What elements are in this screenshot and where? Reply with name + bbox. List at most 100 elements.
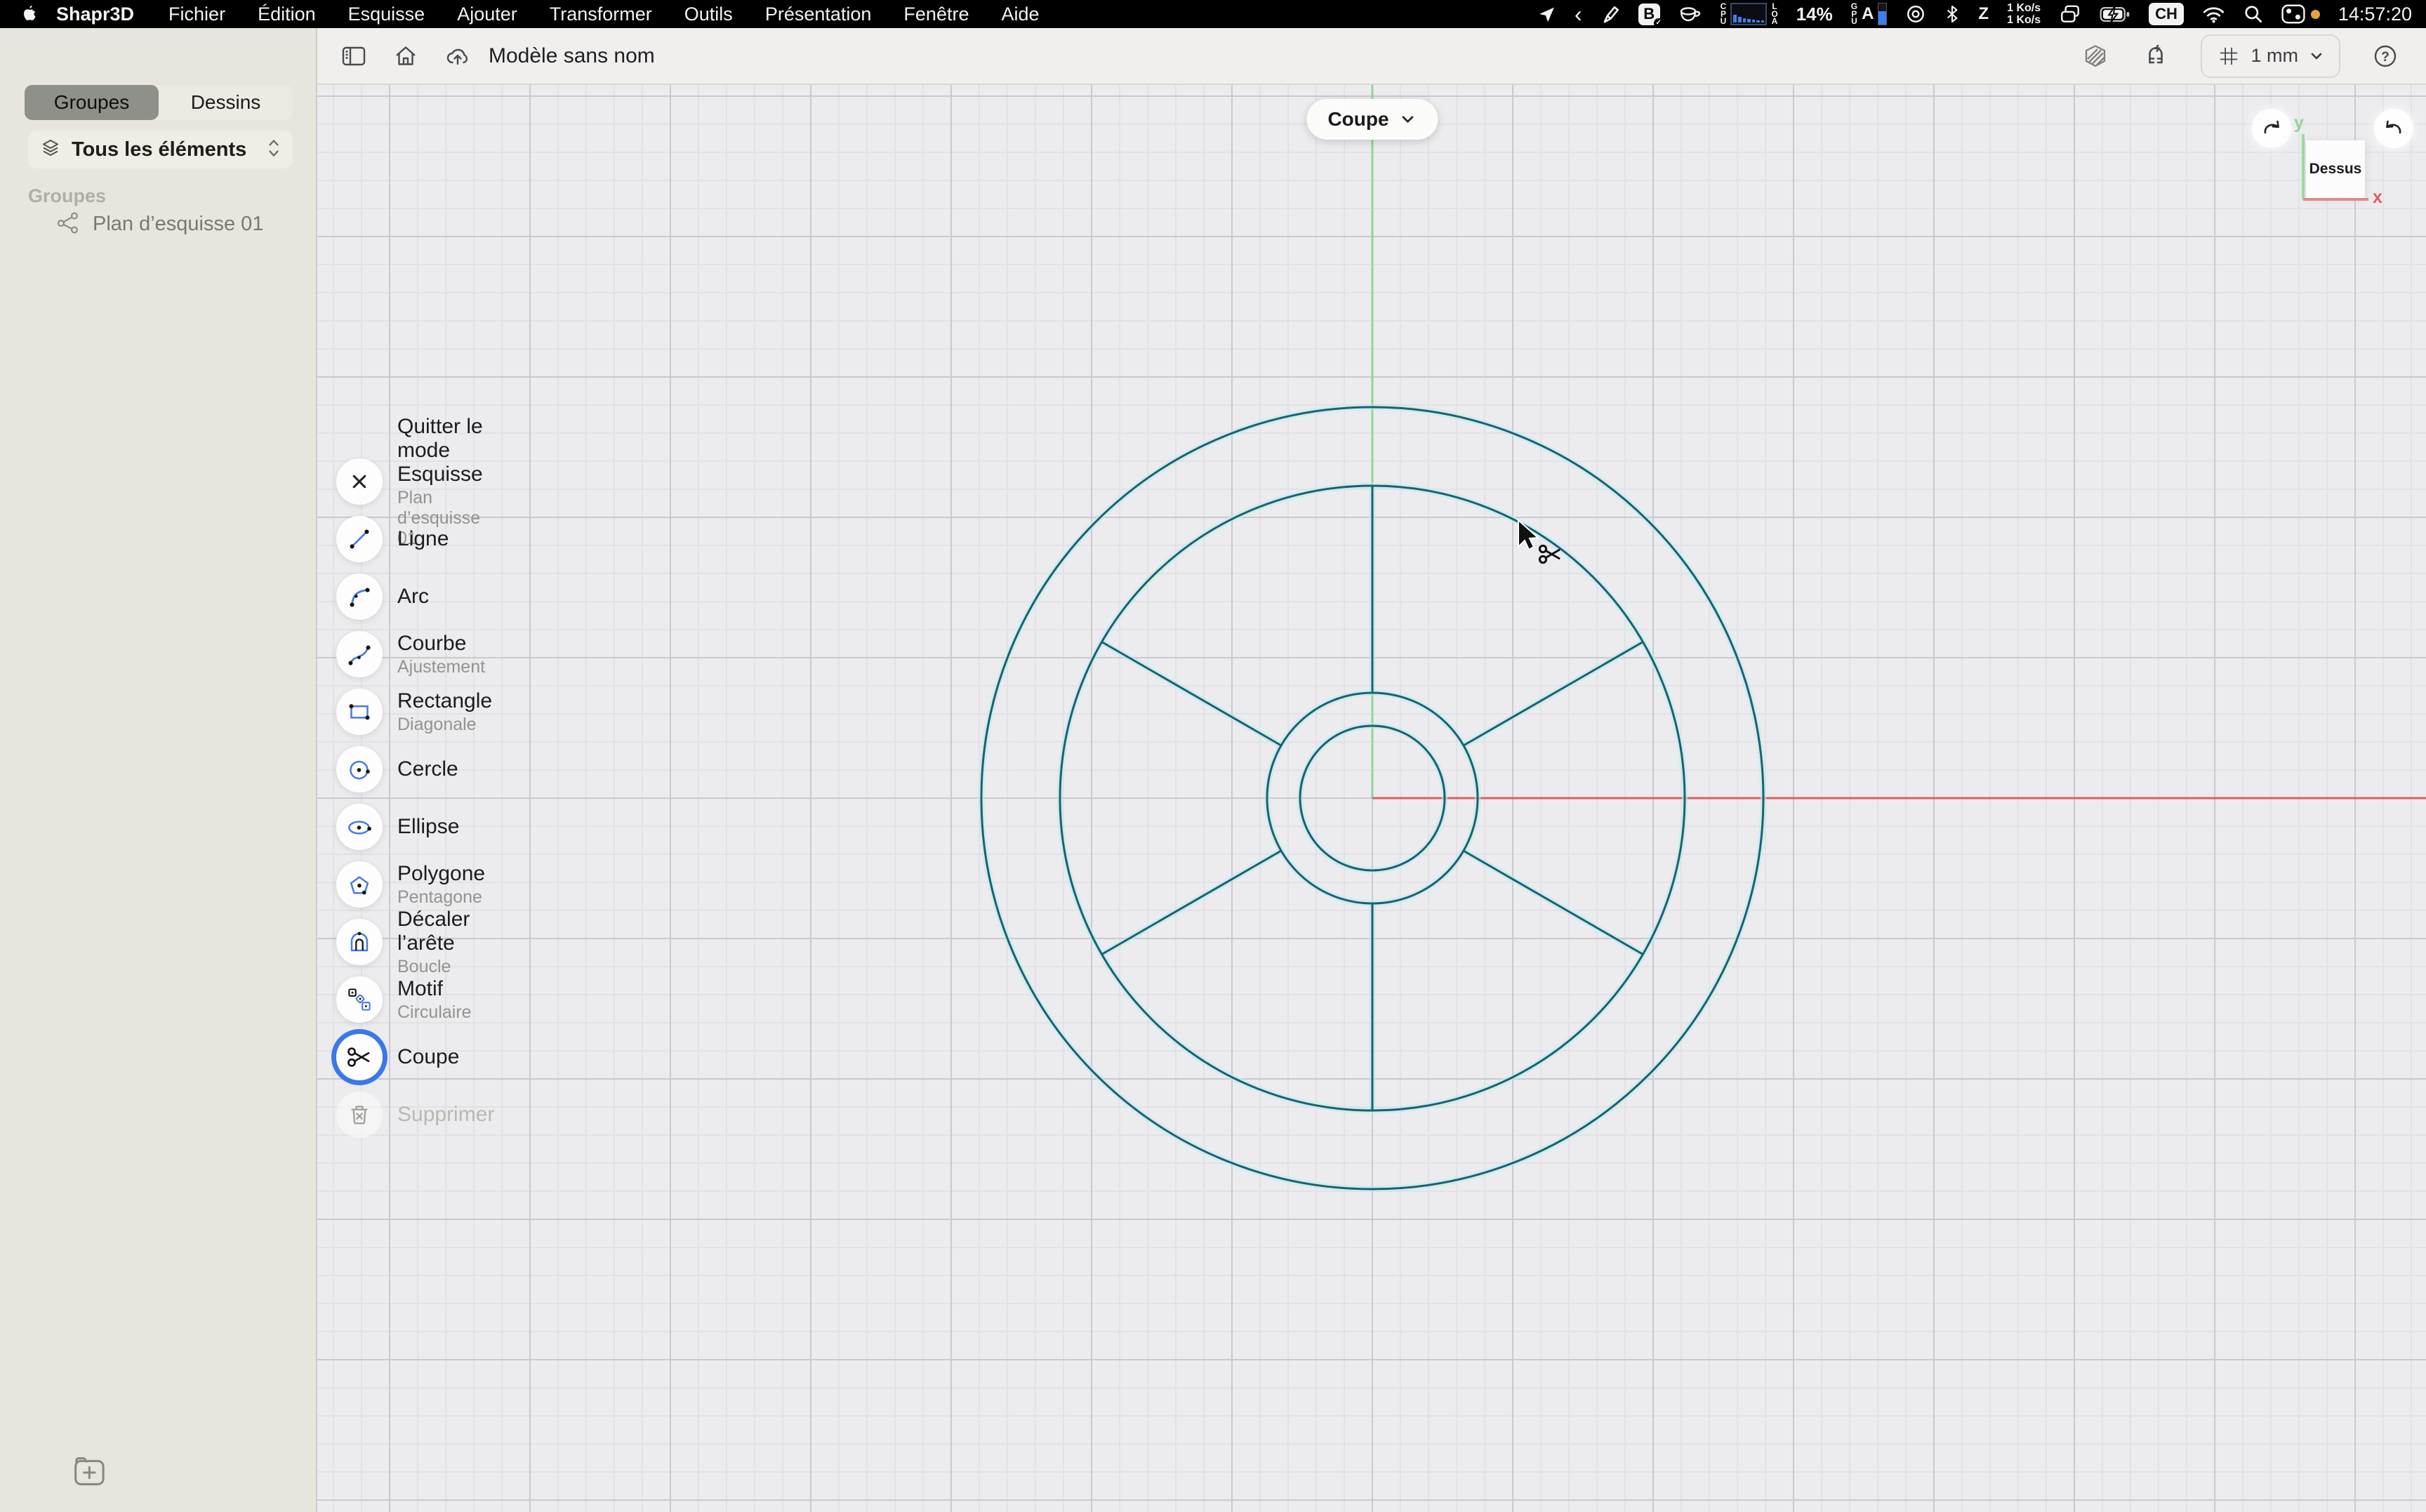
sketch-spoke[interactable] <box>1102 642 1281 746</box>
document-title[interactable]: Modèle sans nom <box>489 44 655 68</box>
viewcube-face-label: Dessus <box>2309 161 2362 178</box>
screen-mirroring-icon[interactable] <box>1905 4 1926 25</box>
tool-rectangle[interactable]: RectangleDiagonale <box>336 687 492 736</box>
spotlight-search-icon[interactable] <box>2243 4 2263 24</box>
polygon-icon[interactable] <box>336 861 383 908</box>
tool-circle[interactable]: Cercle <box>336 745 458 794</box>
windows-stack-icon[interactable] <box>2059 4 2081 25</box>
b-badge-check-icon: ✓ <box>1654 18 1664 28</box>
cloud-sync-button[interactable] <box>442 41 473 72</box>
menu-item-outils[interactable]: Outils <box>668 4 749 25</box>
tool-ellipse[interactable]: Ellipse <box>336 802 459 851</box>
viewcube-x-axis <box>2303 198 2368 201</box>
tab-dessins[interactable]: Dessins <box>159 85 293 120</box>
sketch-spoke[interactable] <box>1464 642 1643 746</box>
menu-item-fenetre[interactable]: Fenêtre <box>887 4 985 25</box>
battery-icon[interactable] <box>2100 6 2130 23</box>
viewcube-y-label: y <box>2294 113 2304 133</box>
curve-icon[interactable] <box>336 631 383 677</box>
menu-item-ajouter[interactable]: Ajouter <box>441 4 533 25</box>
tool-pattern[interactable]: MotifCirculaire <box>336 975 472 1024</box>
location-icon[interactable] <box>1537 5 1556 24</box>
tool-label: Supprimer <box>397 1103 494 1127</box>
viewcube-x-label: x <box>2373 187 2382 208</box>
net-down: 1 Ko/s <box>2007 14 2041 26</box>
sketch-canvas[interactable]: Coupe y Dessus x Quitter le mode Esquiss… <box>317 85 2426 1512</box>
line-icon[interactable] <box>336 516 383 562</box>
mouse-cursor-scissors <box>1514 519 1573 581</box>
status-dot <box>2311 10 2320 19</box>
tool-sublabel: Diagonale <box>397 715 492 735</box>
arc-icon[interactable] <box>336 573 383 620</box>
tool-offset-edge[interactable]: Décaler l’arêteBoucle <box>336 917 470 967</box>
sketch-spoke[interactable] <box>1464 851 1643 955</box>
gpu-usage-bar <box>1878 3 1887 25</box>
circle-icon[interactable] <box>336 746 383 793</box>
wheel-sketch[interactable] <box>317 85 2426 1512</box>
back-chevron-icon[interactable]: ‹ <box>1575 4 1582 24</box>
tool-curve[interactable]: CourbeAjustement <box>336 630 485 679</box>
menu-bar: Shapr3D FichierÉditionEsquisseAjouterTra… <box>0 0 2426 28</box>
bluetooth-icon[interactable] <box>1944 4 1960 25</box>
grid-size-dropdown[interactable]: 1 mm <box>2201 34 2341 78</box>
help-button[interactable]: ? <box>2370 41 2401 72</box>
menu-item-edition[interactable]: Édition <box>241 4 332 25</box>
pattern-icon[interactable] <box>336 976 383 1023</box>
tab-groupes[interactable]: Groupes <box>25 85 159 120</box>
menu-item-esquisse[interactable]: Esquisse <box>332 4 442 25</box>
add-folder-button[interactable] <box>67 1452 112 1491</box>
menu-extra-icon[interactable] <box>2281 4 2320 24</box>
menu-app-name[interactable]: Shapr3D <box>38 4 152 25</box>
toggle-sidebar-button[interactable] <box>338 41 369 72</box>
offset-edge-icon[interactable] <box>336 919 383 965</box>
scissors-icon[interactable] <box>336 1034 383 1080</box>
toolbar-right-group: 1 mm ? <box>2080 34 2426 78</box>
trash-icon <box>336 1092 383 1138</box>
tool-sublabel: Boucle <box>397 957 470 977</box>
tool-quit-sketch[interactable]: Quitter le mode EsquissePlan d’esquisse … <box>336 457 483 506</box>
snap-magnet-button[interactable] <box>2140 41 2171 72</box>
rotate-cw-button[interactable] <box>2252 109 2291 148</box>
menu-item-transformer[interactable]: Transformer <box>533 4 668 25</box>
cpu-monitor[interactable]: C P U L O A <box>1721 3 1778 25</box>
active-tool-dropdown[interactable]: Coupe <box>1306 99 1438 140</box>
apple-menu-icon[interactable] <box>21 4 38 24</box>
z-menu-icon[interactable]: Z <box>1978 4 1989 24</box>
menu-item-presentation[interactable]: Présentation <box>749 4 888 25</box>
input-source-label: CH <box>2155 5 2178 22</box>
rectangle-icon[interactable] <box>336 689 383 735</box>
chevron-down-icon <box>1399 110 1417 128</box>
close-icon[interactable] <box>336 458 383 505</box>
section-view-button[interactable] <box>2080 41 2111 72</box>
ellipse-icon[interactable] <box>336 804 383 850</box>
cup-icon[interactable] <box>1678 5 1702 23</box>
menu-item-aide[interactable]: Aide <box>985 4 1055 25</box>
elements-filter-dropdown[interactable]: Tous les éléments <box>28 131 293 168</box>
sidebar-tab-switcher: Groupes Dessins <box>25 85 293 120</box>
sketch-plan-icon <box>55 209 81 239</box>
load-stack-label: L O A <box>1771 3 1777 25</box>
sketch-spoke[interactable] <box>1102 851 1281 955</box>
tool-line[interactable]: Ligne <box>336 515 449 564</box>
tool-cut[interactable]: Coupe <box>336 1033 459 1082</box>
tool-label: Motif <box>397 977 472 1001</box>
viewcube-face[interactable]: Dessus <box>2306 140 2365 198</box>
gpu-monitor[interactable]: G P U A <box>1851 3 1888 25</box>
sidebar-item-sketch-plan[interactable]: Plan d’esquisse 01 <box>55 209 263 239</box>
rotate-ccw-button[interactable] <box>2374 109 2413 148</box>
tool-polygon[interactable]: PolygonePentagone <box>336 860 485 909</box>
cpu-percent: 14% <box>1796 4 1833 25</box>
tool-arc[interactable]: Arc <box>336 572 429 621</box>
b-app-badge[interactable]: B ✓ <box>1638 4 1660 25</box>
menu-clock[interactable]: 14:57:20 <box>2338 4 2412 25</box>
network-speeds[interactable]: 1 Ko/s 1 Ko/s <box>2007 2 2041 26</box>
wifi-icon[interactable] <box>2202 5 2225 24</box>
home-button[interactable] <box>390 41 421 72</box>
svg-text:?: ? <box>2381 50 2389 65</box>
sidebar-item-label: Plan d’esquisse 01 <box>93 213 263 236</box>
tool-label: Polygone <box>397 862 485 886</box>
menu-items: FichierÉditionEsquisseAjouterTransformer… <box>152 4 1055 25</box>
menu-item-fichier[interactable]: Fichier <box>152 4 241 25</box>
input-source-badge[interactable]: CH <box>2149 3 2184 25</box>
marker-icon[interactable] <box>1600 4 1620 24</box>
